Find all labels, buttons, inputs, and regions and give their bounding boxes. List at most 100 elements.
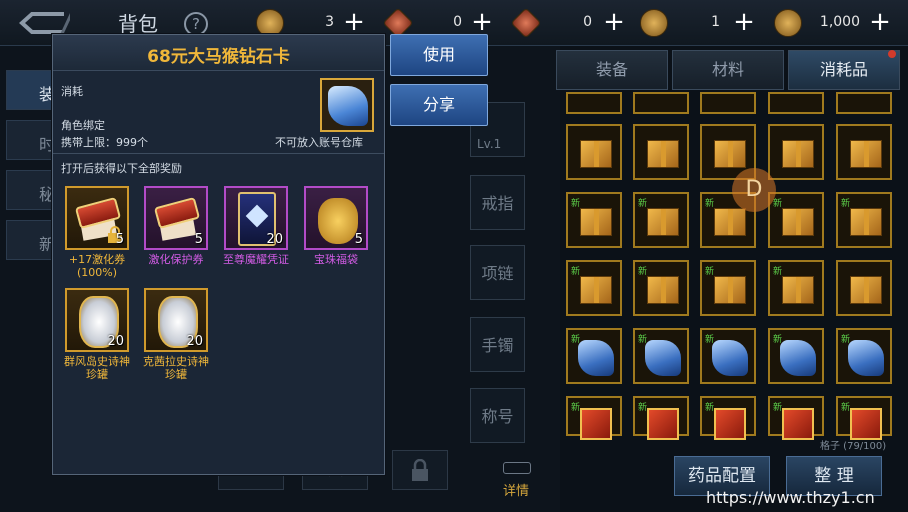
watermark: https://www.thzy1.cn (706, 488, 875, 507)
inventory-slot[interactable] (566, 92, 622, 114)
currency-red: 0 + (382, 7, 496, 39)
gold-chest-icon (714, 208, 746, 236)
red-gift-box-icon (580, 408, 612, 440)
gold-chest-icon (850, 208, 882, 236)
reward-label: 至尊魔耀凭证 (223, 253, 289, 266)
gold-chest-icon (850, 276, 882, 304)
gold-medal-icon (774, 9, 802, 37)
add-currency-button[interactable]: + (602, 9, 626, 37)
gold-chest-icon (714, 140, 746, 168)
add-currency-button[interactable]: + (342, 9, 366, 37)
page-title: 背包 (118, 12, 158, 36)
reward-label: 克茜拉史诗神珍罐 (143, 355, 209, 381)
inventory-slot[interactable]: 新 (566, 396, 622, 440)
inventory-slot[interactable]: 新 (566, 192, 622, 248)
red-gift-box-icon (647, 408, 679, 440)
side-tab-secret[interactable]: 秘 (6, 170, 56, 210)
inventory-slot[interactable]: 新 (633, 396, 689, 440)
inventory-slot[interactable] (836, 124, 892, 180)
new-badge: 新 (571, 267, 581, 277)
inventory-slot[interactable] (633, 124, 689, 180)
tab-equipment[interactable]: 装备 (556, 50, 668, 90)
bronze-coin-icon (640, 9, 668, 37)
currency-value: 1,000 (819, 14, 860, 30)
gold-chest-icon (647, 276, 679, 304)
new-badge: 新 (841, 403, 851, 413)
new-badge: 新 (638, 199, 648, 209)
gold-chest-icon (782, 208, 814, 236)
add-currency-button[interactable]: + (470, 9, 494, 37)
reward-count: 20 (186, 334, 203, 349)
currency-gold: 3 + (256, 9, 368, 37)
inventory-slot[interactable]: 新 (566, 260, 622, 316)
gold-chest-icon (647, 208, 679, 236)
new-badge: 新 (705, 403, 715, 413)
new-badge: 新 (841, 335, 851, 345)
scroll-token-icon (510, 7, 542, 39)
item-carry-limit: 携带上限：999个 (61, 136, 148, 149)
inventory-slot[interactable]: 新 (836, 328, 892, 384)
inventory-slot[interactable]: 新 (633, 192, 689, 248)
new-badge: 新 (773, 335, 783, 345)
red-gift-box-icon (782, 408, 814, 440)
inventory-slot[interactable] (700, 92, 756, 114)
reward-label: +17激化券(100%) (68, 253, 126, 279)
reward-item[interactable]: 20 (144, 288, 208, 352)
slot-bracelet[interactable]: 手镯 (470, 317, 525, 372)
new-badge: 新 (638, 267, 648, 277)
use-button[interactable]: 使用 (390, 34, 488, 76)
diamond-card-icon (712, 340, 748, 376)
reward-item[interactable]: 5 (144, 186, 208, 250)
reward-count: 5 (194, 232, 203, 247)
inventory-slot[interactable]: 新 (633, 260, 689, 316)
item-category: 消耗 (61, 85, 83, 98)
lock-slot[interactable] (392, 450, 448, 490)
inventory-slot[interactable]: 新 (768, 260, 824, 316)
reward-item[interactable]: 5 (304, 186, 368, 250)
reward-item[interactable]: 5 (65, 186, 129, 250)
tab-consumables[interactable]: 消耗品 (788, 50, 900, 90)
add-currency-button[interactable]: + (732, 9, 756, 37)
inventory-slot[interactable]: 新 (700, 328, 756, 384)
diamond-card-icon (578, 340, 614, 376)
inventory-slot[interactable]: 新 (836, 192, 892, 248)
side-tab-equip[interactable]: 装 (6, 70, 56, 110)
reward-label: 激化保护券 (148, 253, 204, 266)
new-badge: 新 (638, 335, 648, 345)
inventory-slot[interactable] (768, 124, 824, 180)
new-badge: 新 (571, 403, 581, 413)
inventory-slot[interactable]: 新 (700, 260, 756, 316)
reward-item[interactable]: 20 (224, 186, 288, 250)
currency-scroll: 0 + (510, 7, 628, 39)
inventory-slot[interactable]: 新 (836, 396, 892, 440)
inventory-slot[interactable]: 新 (633, 328, 689, 384)
inventory-slot[interactable] (836, 92, 892, 114)
side-tab-new[interactable]: 新 (6, 220, 56, 260)
add-currency-button[interactable]: + (868, 9, 892, 37)
gold-chest-icon (782, 140, 814, 168)
lock-icon (412, 458, 428, 481)
gold-chest-icon (782, 276, 814, 304)
inventory-slot[interactable] (633, 92, 689, 114)
lucky-bag-icon (318, 198, 358, 244)
reward-item[interactable]: 20 (65, 288, 129, 352)
inventory-slot[interactable]: 新 (768, 192, 824, 248)
inventory-slot[interactable]: 新 (566, 328, 622, 384)
inventory-slot[interactable] (768, 92, 824, 114)
inventory-slot[interactable] (566, 124, 622, 180)
inventory-tabs: 装备 材料 消耗品 (556, 50, 908, 90)
slot-ring[interactable]: 戒指 (470, 175, 525, 230)
new-badge: 新 (841, 199, 851, 209)
inventory-slot[interactable]: 新 (768, 396, 824, 440)
detail-button[interactable]: 详情 (500, 480, 532, 499)
item-bind: 角色绑定 (61, 119, 105, 132)
help-icon[interactable]: ? (184, 12, 208, 36)
inventory-slot[interactable] (836, 260, 892, 316)
side-tab-fashion[interactable]: 时 (6, 120, 56, 160)
share-button[interactable]: 分享 (390, 84, 488, 126)
slot-title[interactable]: 称号 (470, 388, 525, 443)
slot-necklace[interactable]: 项链 (470, 245, 525, 300)
inventory-slot[interactable]: 新 (768, 328, 824, 384)
tab-materials[interactable]: 材料 (672, 50, 784, 90)
inventory-slot[interactable]: 新 (700, 396, 756, 440)
